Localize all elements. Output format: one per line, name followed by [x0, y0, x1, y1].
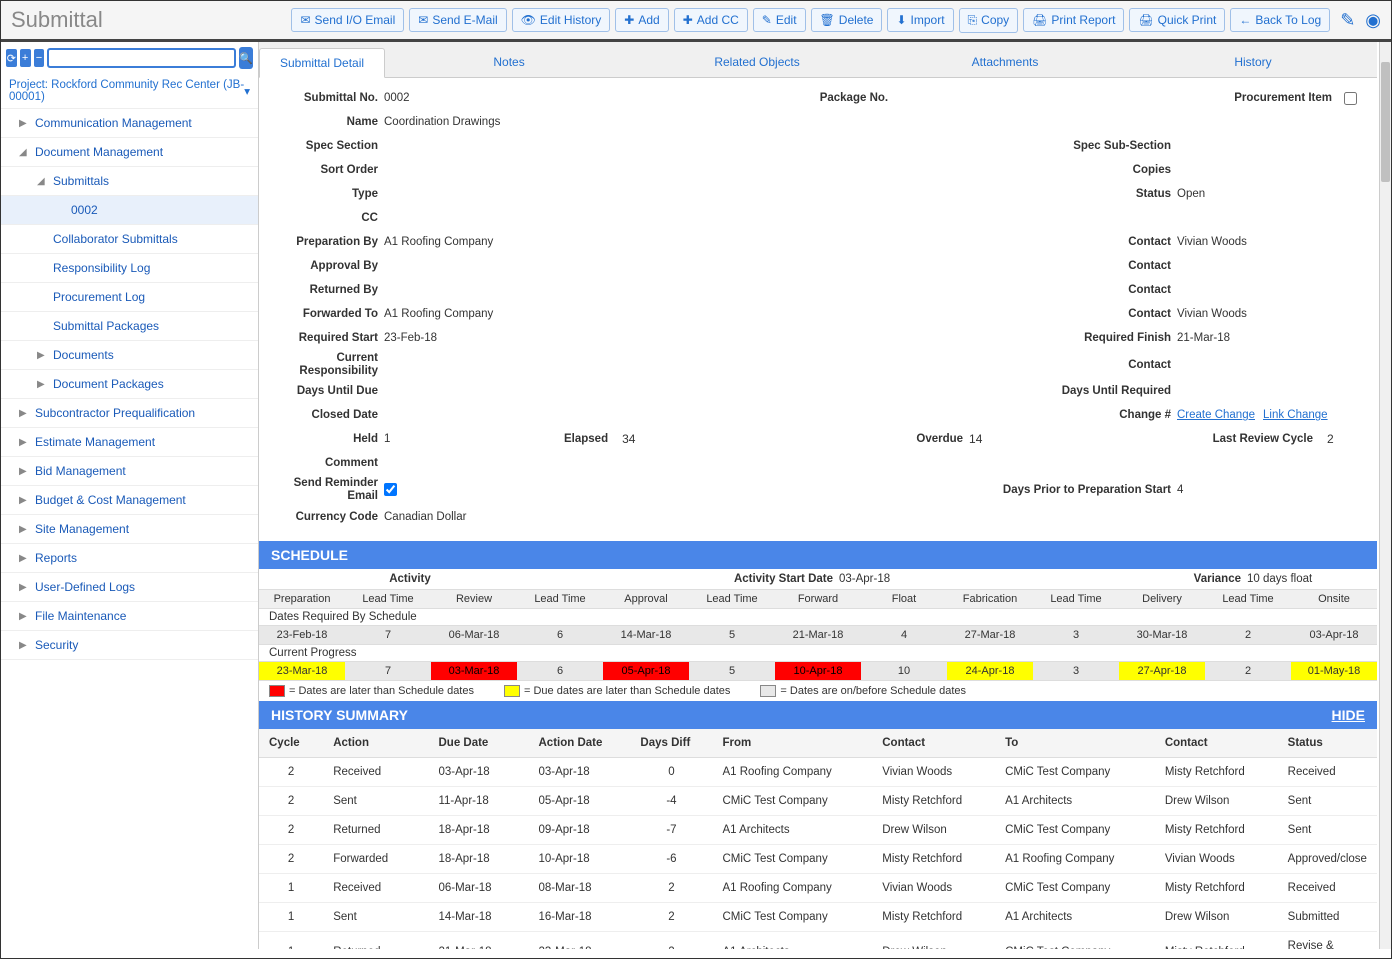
nav-site-management[interactable]: ▶Site Management: [1, 515, 258, 544]
history-table: CycleActionDue DateAction DateDays DiffF…: [259, 729, 1377, 949]
tab-bar: Submittal DetailNotesRelated ObjectsAtta…: [259, 42, 1377, 78]
expand-icon[interactable]: +: [20, 49, 31, 67]
edit-button[interactable]: ✎ Edit: [753, 8, 806, 32]
refresh-icon[interactable]: ⟳: [6, 49, 17, 67]
send-reminder-checkbox[interactable]: [384, 483, 397, 496]
procurement-item-label: Procurement Item: [1234, 92, 1338, 104]
nav-file-maintenance[interactable]: ▶File Maintenance: [1, 602, 258, 631]
legend-none-icon: [760, 685, 776, 697]
legend-red-icon: [269, 685, 285, 697]
nav-collaborator-submittals[interactable]: Collaborator Submittals: [1, 225, 258, 254]
nav-0002[interactable]: 0002: [1, 196, 258, 225]
send-i-o-email-button[interactable]: ✉ Send I/O Email: [291, 8, 404, 32]
tab-related-objects[interactable]: Related Objects: [633, 48, 881, 77]
history-hide-link[interactable]: HIDE: [1332, 707, 1365, 723]
user-icon[interactable]: ◉: [1365, 10, 1381, 31]
legend-yellow-icon: [504, 685, 520, 697]
tab-submittal-detail[interactable]: Submittal Detail: [259, 48, 385, 78]
collapse-icon[interactable]: −: [34, 49, 45, 67]
page-title: Submittal: [11, 7, 286, 33]
nav-budget-cost-management[interactable]: ▶Budget & Cost Management: [1, 486, 258, 515]
table-row[interactable]: 2Returned18-Apr-1809-Apr-18-7A1 Architec…: [259, 815, 1377, 844]
edit-history-button[interactable]: 👁 Edit History: [512, 8, 611, 32]
tab-history[interactable]: History: [1129, 48, 1377, 77]
add-button[interactable]: ✚ Add: [615, 8, 668, 32]
nav-subcontractor-prequalification[interactable]: ▶Subcontractor Prequalification: [1, 399, 258, 428]
create-change-link[interactable]: Create Change: [1177, 409, 1255, 421]
table-row[interactable]: 1Returned21-Mar-1823-Mar-182A1 Architect…: [259, 931, 1377, 949]
package-no-label: Package No.: [744, 92, 894, 104]
add-cc-button[interactable]: ✚ Add CC: [674, 8, 748, 32]
schedule-legend: = Dates are later than Schedule dates = …: [259, 681, 1377, 701]
send-e-mail-button[interactable]: ✉ Send E-Mail: [409, 8, 506, 32]
submittal-no-label: Submittal No.: [279, 92, 384, 104]
schedule-header: SCHEDULE: [259, 541, 1377, 569]
edit-note-icon[interactable]: ✎: [1340, 10, 1355, 31]
delete-button[interactable]: 🗑 Delete: [811, 8, 883, 32]
table-row[interactable]: 1Sent14-Mar-1816-Mar-182CMiC Test Compan…: [259, 902, 1377, 931]
status-value: Open: [1177, 188, 1357, 200]
nav-communication-management[interactable]: ▶Communication Management: [1, 109, 258, 138]
name-value: Coordination Drawings: [384, 116, 584, 128]
schedule-required-row: 23-Feb-18706-Mar-18614-Mar-18521-Mar-184…: [259, 625, 1377, 645]
nav-estimate-management[interactable]: ▶Estimate Management: [1, 428, 258, 457]
nav-bid-management[interactable]: ▶Bid Management: [1, 457, 258, 486]
import-button[interactable]: ⬇ Import: [887, 8, 953, 32]
nav-submittal-packages[interactable]: Submittal Packages: [1, 312, 258, 341]
project-selector[interactable]: Project: Rockford Community Rec Center (…: [1, 74, 258, 109]
nav-user-defined-logs[interactable]: ▶User-Defined Logs: [1, 573, 258, 602]
scrollbar[interactable]: [1379, 42, 1391, 949]
quick-print-button[interactable]: 🖨 Quick Print: [1129, 8, 1225, 32]
nav-document-management[interactable]: ◢Document Management: [1, 138, 258, 167]
nav-security[interactable]: ▶Security: [1, 631, 258, 660]
nav-reports[interactable]: ▶Reports: [1, 544, 258, 573]
nav-procurement-log[interactable]: Procurement Log: [1, 283, 258, 312]
table-row[interactable]: 2Received03-Apr-1803-Apr-180A1 Roofing C…: [259, 757, 1377, 786]
tab-notes[interactable]: Notes: [385, 48, 633, 77]
schedule-progress-row: 23-Mar-18703-Mar-18605-Apr-18510-Apr-181…: [259, 661, 1377, 681]
copy-button[interactable]: ⎘ Copy: [959, 8, 1019, 33]
back-to-log-button[interactable]: ← Back To Log: [1230, 8, 1330, 32]
chevron-down-icon: ▾: [244, 84, 250, 98]
table-row[interactable]: 2Sent11-Apr-1805-Apr-18-4CMiC Test Compa…: [259, 786, 1377, 815]
nav-submittals[interactable]: ◢Submittals: [1, 167, 258, 196]
nav-document-packages[interactable]: ▶Document Packages: [1, 370, 258, 399]
procurement-item-checkbox[interactable]: [1344, 92, 1357, 105]
search-input[interactable]: [47, 48, 236, 68]
search-button[interactable]: 🔍: [239, 47, 253, 69]
table-row[interactable]: 2Forwarded18-Apr-1810-Apr-18-6CMiC Test …: [259, 844, 1377, 873]
navigation-sidebar: ⟳ + − 🔍 Project: Rockford Community Rec …: [1, 42, 259, 949]
tab-attachments[interactable]: Attachments: [881, 48, 1129, 77]
content-area: Submittal DetailNotesRelated ObjectsAtta…: [259, 42, 1391, 949]
history-header: HISTORY SUMMARY HIDE: [259, 701, 1377, 729]
table-row[interactable]: 1Received06-Mar-1808-Mar-182A1 Roofing C…: [259, 873, 1377, 902]
nav-documents[interactable]: ▶Documents: [1, 341, 258, 370]
top-toolbar: Submittal ✉ Send I/O Email✉ Send E-Mail👁…: [1, 1, 1391, 42]
nav-responsibility-log[interactable]: Responsibility Log: [1, 254, 258, 283]
print-report-button[interactable]: 🖨 Print Report: [1023, 8, 1124, 32]
schedule-columns: PreparationLead TimeReviewLead TimeAppro…: [259, 589, 1377, 609]
submittal-no-value: 0002: [384, 92, 584, 104]
submittal-detail-panel: Submittal No. 0002 Package No. Procureme…: [259, 78, 1377, 541]
link-change-link[interactable]: Link Change: [1263, 409, 1328, 421]
